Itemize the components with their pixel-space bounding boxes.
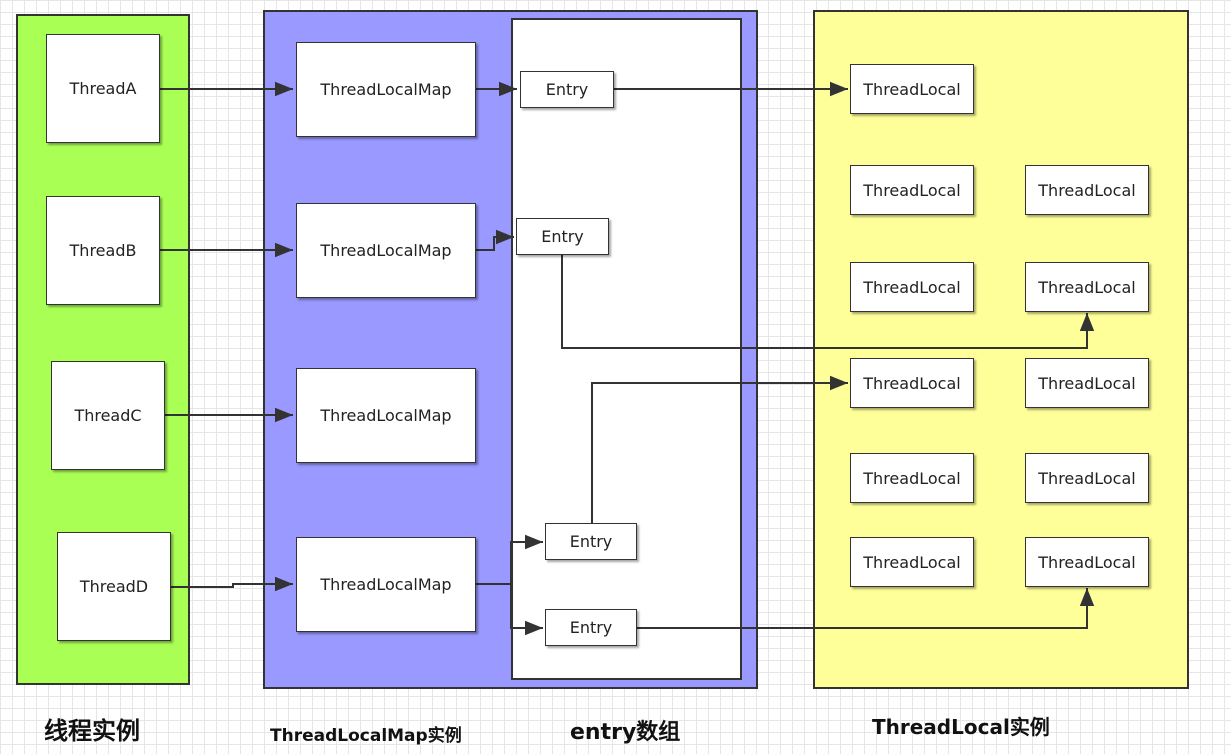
threadlocal-label: ThreadLocal (1038, 180, 1136, 200)
threadlocalmap-box[interactable]: ThreadLocalMap (296, 42, 476, 137)
threadlocalmap-box[interactable]: ThreadLocalMap (296, 368, 476, 463)
map-label: ThreadLocalMap (320, 575, 452, 594)
threadlocal-box[interactable]: ThreadLocal (1025, 453, 1149, 503)
thread-label: ThreadB (69, 241, 137, 260)
threadlocal-box[interactable]: ThreadLocal (1025, 537, 1149, 587)
threadlocal-label: ThreadLocal (863, 180, 961, 200)
entry-box[interactable]: Entry (545, 523, 637, 560)
threadlocal-label: ThreadLocal (863, 468, 961, 488)
map-label: ThreadLocalMap (320, 80, 452, 99)
entry-box[interactable]: Entry (545, 609, 637, 646)
thread-label: ThreadD (79, 577, 149, 596)
thread-box[interactable]: ThreadD (57, 532, 171, 641)
entry-label: Entry (545, 80, 589, 99)
threadlocal-box[interactable]: ThreadLocal (1025, 165, 1149, 215)
threadlocal-label: ThreadLocal (863, 552, 961, 572)
entry-label: Entry (541, 227, 584, 246)
threadlocal-box[interactable]: ThreadLocal (850, 453, 974, 503)
threads-section-label: 线程实例 (44, 717, 140, 745)
threadlocal-label: ThreadLocal (1038, 552, 1136, 572)
threadlocal-label: ThreadLocal (1038, 468, 1136, 488)
threadlocal-box[interactable]: ThreadLocal (1025, 358, 1149, 408)
threadlocal-label: ThreadLocal (863, 79, 961, 99)
threadlocal-box[interactable]: ThreadLocal (850, 165, 974, 215)
thread-label: ThreadC (74, 406, 142, 425)
threadlocal-label: ThreadLocal (863, 373, 961, 393)
map-label: ThreadLocalMap (320, 406, 452, 425)
threadlocal-box[interactable]: ThreadLocal (850, 537, 974, 587)
threadlocals-section-label: ThreadLocal实例 (872, 715, 1050, 739)
entry-label: Entry (569, 618, 613, 637)
threadlocal-box[interactable]: ThreadLocal (850, 358, 974, 408)
entry-label: Entry (569, 532, 613, 551)
threadlocal-label: ThreadLocal (863, 277, 961, 297)
threadlocal-box[interactable]: ThreadLocal (850, 64, 974, 114)
map-label: ThreadLocalMap (320, 241, 452, 260)
maps-section-label: ThreadLocalMap实例 (270, 726, 462, 746)
entry-box[interactable]: Entry (516, 218, 609, 255)
entry-array-panel (511, 18, 742, 680)
threadlocal-label: ThreadLocal (1038, 373, 1136, 393)
threadlocal-box[interactable]: ThreadLocal (850, 262, 974, 312)
thread-label: ThreadA (69, 79, 137, 98)
thread-box[interactable]: ThreadA (46, 34, 160, 143)
thread-box[interactable]: ThreadB (46, 196, 160, 305)
threadlocal-label: ThreadLocal (1038, 277, 1136, 297)
threadlocal-box[interactable]: ThreadLocal (1025, 262, 1149, 312)
entry-box[interactable]: Entry (520, 71, 614, 108)
thread-box[interactable]: ThreadC (51, 361, 165, 470)
threadlocalmap-box[interactable]: ThreadLocalMap (296, 537, 476, 632)
threadlocalmap-box[interactable]: ThreadLocalMap (296, 203, 476, 298)
entries-section-label: entry数组 (570, 720, 681, 745)
